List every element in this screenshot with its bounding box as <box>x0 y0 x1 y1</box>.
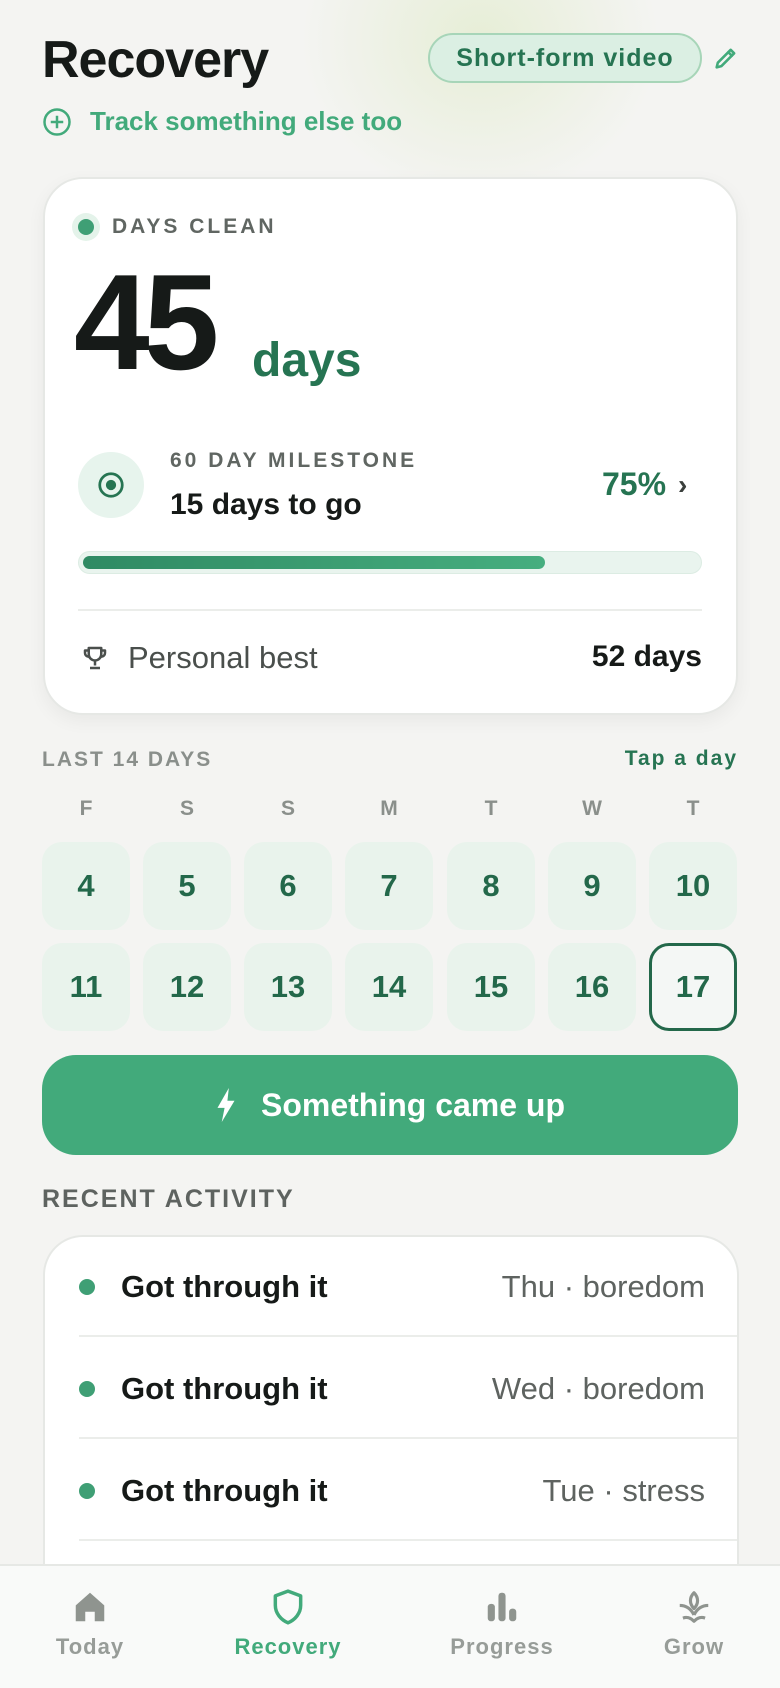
calendar-day[interactable]: 4 <box>42 842 130 930</box>
calendar-day[interactable]: 8 <box>447 842 535 930</box>
activity-meta: Wed · boredom <box>491 1371 705 1406</box>
calendar-day[interactable]: 5 <box>143 842 231 930</box>
activity-dot <box>79 1279 95 1295</box>
weekday-label: M <box>380 797 398 820</box>
activity-meta: Tue · stress <box>542 1473 706 1508</box>
bar-chart-icon <box>487 1592 517 1622</box>
divider <box>79 1539 737 1541</box>
calendar-hint: Tap a day <box>624 747 738 770</box>
nav-tab-grow[interactable]: Grow <box>604 1588 780 1660</box>
nav-tab-progress[interactable]: Progress <box>412 1588 592 1660</box>
calendar-day[interactable]: 16 <box>548 943 636 1031</box>
calendar-day[interactable]: 15 <box>447 943 535 1031</box>
bottom-nav: Today Recovery Progress Grow <box>0 1564 780 1688</box>
milestone-remaining: 15 days to go <box>170 488 362 521</box>
sprout-icon <box>679 1591 709 1623</box>
milestone-progress-bar <box>78 551 702 574</box>
calendar-label: LAST 14 DAYS <box>42 748 213 771</box>
activity-meta: Thu · boredom <box>501 1269 705 1304</box>
divider <box>79 1437 737 1439</box>
milestone-label: 60 DAY MILESTONE <box>170 449 418 472</box>
activity-title: Got through it <box>121 1371 328 1406</box>
trophy-icon <box>80 643 110 673</box>
days-clean-count: 45 <box>74 246 219 398</box>
weekday-label: F <box>79 797 93 820</box>
activity-title: Got through it <box>121 1269 328 1304</box>
calendar-day-selected[interactable]: 17 <box>649 943 737 1031</box>
activity-title: Got through it <box>121 1473 328 1508</box>
weekday-label: S <box>179 797 194 820</box>
calendar-day[interactable]: 7 <box>345 842 433 930</box>
days-clean-unit: days <box>252 334 362 387</box>
nav-label: Grow <box>663 1634 725 1659</box>
something-came-up-button[interactable]: Something came up <box>42 1055 738 1155</box>
habit-chip[interactable]: Short-form video <box>428 33 702 83</box>
milestone-percent: 75% <box>602 466 667 502</box>
lightning-icon <box>217 1088 235 1122</box>
weekday-label: T <box>686 797 700 820</box>
calendar-day[interactable]: 11 <box>42 943 130 1031</box>
header-glow <box>300 0 660 200</box>
milestone-details-button[interactable]: 75% › <box>602 466 687 503</box>
activity-dot <box>79 1483 95 1499</box>
personal-best-label: Personal best <box>128 640 318 675</box>
nav-label: Recovery <box>234 1634 342 1659</box>
target-icon <box>98 472 124 498</box>
track-link-label: Track something else too <box>90 106 403 136</box>
personal-best-value: 52 days <box>591 640 702 673</box>
chevron-right-icon: › <box>678 468 688 500</box>
nav-label: Today <box>55 1634 125 1659</box>
home-icon <box>75 1592 105 1622</box>
page-title: Recovery <box>42 31 269 89</box>
activity-item[interactable]: Got through it Thu · boredom <box>45 1237 737 1337</box>
activity-dot <box>79 1381 95 1397</box>
days-clean-label: DAYS CLEAN <box>112 215 277 238</box>
nav-tab-today[interactable]: Today <box>0 1588 180 1660</box>
calendar-day[interactable]: 10 <box>649 842 737 930</box>
calendar-day[interactable]: 12 <box>143 943 231 1031</box>
activity-item[interactable]: Got through it Wed · boredom <box>45 1339 737 1439</box>
milestone-badge <box>78 452 144 518</box>
calendar-day[interactable]: 13 <box>244 943 332 1031</box>
weekday-label: T <box>484 797 498 820</box>
milestone-progress-fill <box>83 556 545 569</box>
calendar-day[interactable]: 9 <box>548 842 636 930</box>
plus-circle-icon <box>43 107 71 136</box>
status-dot <box>78 219 94 235</box>
nav-tab-recovery[interactable]: Recovery <box>198 1588 378 1660</box>
cta-label: Something came up <box>260 1086 566 1123</box>
divider <box>78 609 702 611</box>
weekday-label: S <box>280 797 295 820</box>
recent-activity-label: RECENT ACTIVITY <box>42 1185 295 1213</box>
calendar-day[interactable]: 6 <box>244 842 332 930</box>
calendar-day[interactable]: 14 <box>345 943 433 1031</box>
shield-icon <box>273 1589 303 1625</box>
track-something-else-link[interactable]: Track something else too <box>42 106 402 137</box>
weekday-label: W <box>582 797 602 820</box>
pencil-icon <box>715 48 736 69</box>
nav-label: Progress <box>450 1634 554 1659</box>
activity-item[interactable]: Got through it Tue · stress <box>45 1441 737 1541</box>
edit-habit-button[interactable] <box>712 44 740 72</box>
divider <box>79 1335 737 1337</box>
